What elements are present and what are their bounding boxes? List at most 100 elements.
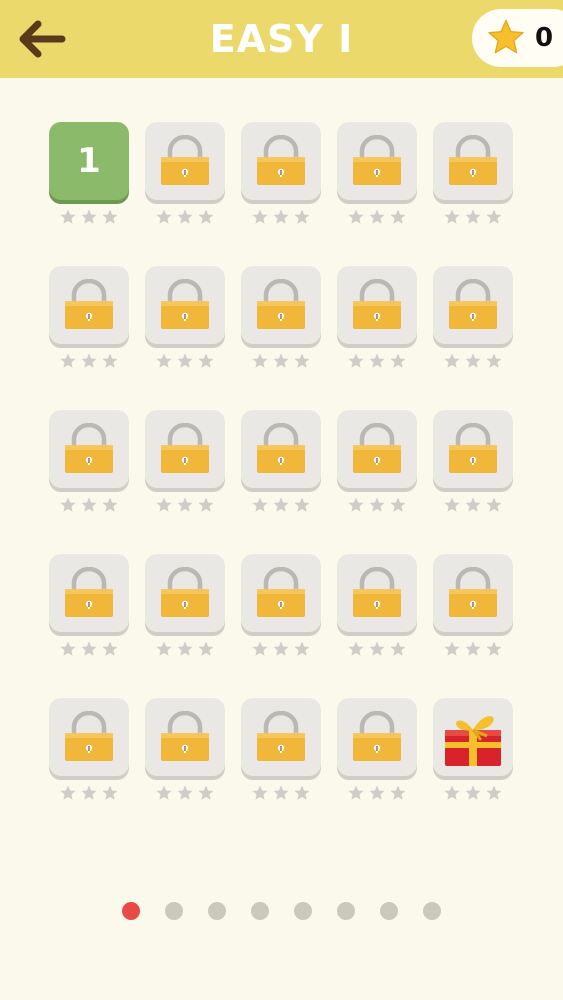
level-tile bbox=[49, 554, 129, 632]
star-icon bbox=[198, 641, 214, 656]
star-icon bbox=[444, 641, 460, 656]
star-icon bbox=[486, 497, 502, 512]
star-icon bbox=[465, 641, 481, 656]
star-icon bbox=[486, 641, 502, 656]
level-tile bbox=[337, 698, 417, 776]
level-button[interactable] bbox=[241, 410, 321, 512]
star-icon bbox=[465, 785, 481, 800]
star-icon bbox=[273, 497, 289, 512]
level-button[interactable] bbox=[337, 122, 417, 224]
star-icon bbox=[102, 785, 118, 800]
level-button[interactable] bbox=[241, 554, 321, 656]
level-button[interactable] bbox=[241, 698, 321, 800]
level-stars bbox=[155, 352, 215, 370]
padlock-icon bbox=[161, 423, 209, 473]
level-stars bbox=[251, 784, 311, 802]
level-button[interactable] bbox=[433, 554, 513, 656]
page-dot[interactable] bbox=[208, 902, 226, 920]
level-number: 1 bbox=[77, 141, 101, 181]
star-icon bbox=[60, 209, 76, 224]
star-icon bbox=[60, 353, 76, 368]
star-icon bbox=[390, 353, 406, 368]
star-icon bbox=[465, 353, 481, 368]
level-stars bbox=[155, 496, 215, 514]
level-button[interactable] bbox=[145, 410, 225, 512]
level-button[interactable] bbox=[145, 698, 225, 800]
gift-box-icon bbox=[445, 716, 501, 766]
star-icon bbox=[177, 497, 193, 512]
star-icon bbox=[177, 209, 193, 224]
star-icon bbox=[252, 785, 268, 800]
page-dot[interactable] bbox=[122, 902, 140, 920]
star-icon bbox=[444, 497, 460, 512]
level-tile bbox=[49, 410, 129, 488]
level-button[interactable] bbox=[337, 554, 417, 656]
padlock-icon bbox=[65, 423, 113, 473]
padlock-icon bbox=[65, 711, 113, 761]
level-button[interactable] bbox=[337, 698, 417, 800]
level-stars bbox=[347, 208, 407, 226]
star-icon bbox=[81, 641, 97, 656]
page-dot[interactable] bbox=[251, 902, 269, 920]
star-icon bbox=[177, 641, 193, 656]
level-stars bbox=[59, 352, 119, 370]
level-button[interactable] bbox=[49, 698, 129, 800]
level-button[interactable] bbox=[49, 554, 129, 656]
padlock-icon bbox=[65, 279, 113, 329]
level-button[interactable] bbox=[145, 266, 225, 368]
star-icon bbox=[465, 497, 481, 512]
level-button[interactable] bbox=[337, 410, 417, 512]
level-stars bbox=[59, 640, 119, 658]
level-button[interactable] bbox=[145, 122, 225, 224]
level-button[interactable] bbox=[433, 698, 513, 800]
star-icon bbox=[60, 497, 76, 512]
star-icon bbox=[273, 641, 289, 656]
level-tile bbox=[145, 122, 225, 200]
page-dot[interactable] bbox=[165, 902, 183, 920]
level-stars bbox=[251, 208, 311, 226]
star-score-value: 0 bbox=[535, 23, 554, 53]
level-stars bbox=[443, 496, 503, 514]
star-icon bbox=[465, 209, 481, 224]
level-stars bbox=[155, 784, 215, 802]
level-button[interactable] bbox=[49, 410, 129, 512]
level-tile bbox=[241, 410, 321, 488]
star-icon bbox=[198, 353, 214, 368]
level-stars bbox=[155, 208, 215, 226]
star-icon bbox=[177, 785, 193, 800]
star-icon bbox=[294, 497, 310, 512]
page-dot[interactable] bbox=[380, 902, 398, 920]
star-icon bbox=[369, 641, 385, 656]
level-button[interactable] bbox=[433, 410, 513, 512]
level-button[interactable] bbox=[49, 266, 129, 368]
star-icon bbox=[390, 641, 406, 656]
star-icon bbox=[156, 785, 172, 800]
star-icon bbox=[177, 353, 193, 368]
star-icon bbox=[198, 497, 214, 512]
padlock-icon bbox=[449, 423, 497, 473]
star-icon bbox=[198, 785, 214, 800]
level-button[interactable] bbox=[433, 266, 513, 368]
level-stars bbox=[443, 352, 503, 370]
level-stars bbox=[443, 208, 503, 226]
level-button[interactable]: 1 bbox=[49, 122, 129, 224]
level-button[interactable] bbox=[433, 122, 513, 224]
star-icon bbox=[273, 353, 289, 368]
star-icon bbox=[486, 785, 502, 800]
padlock-icon bbox=[65, 567, 113, 617]
level-button[interactable] bbox=[337, 266, 417, 368]
padlock-icon bbox=[449, 135, 497, 185]
level-button[interactable] bbox=[241, 266, 321, 368]
level-stars bbox=[59, 496, 119, 514]
star-icon bbox=[294, 785, 310, 800]
level-stars bbox=[443, 784, 503, 802]
star-icon bbox=[369, 353, 385, 368]
level-button[interactable] bbox=[241, 122, 321, 224]
level-tile bbox=[433, 410, 513, 488]
star-icon bbox=[390, 497, 406, 512]
page-dot[interactable] bbox=[294, 902, 312, 920]
star-icon bbox=[444, 209, 460, 224]
page-dot[interactable] bbox=[337, 902, 355, 920]
page-dot[interactable] bbox=[423, 902, 441, 920]
level-button[interactable] bbox=[145, 554, 225, 656]
